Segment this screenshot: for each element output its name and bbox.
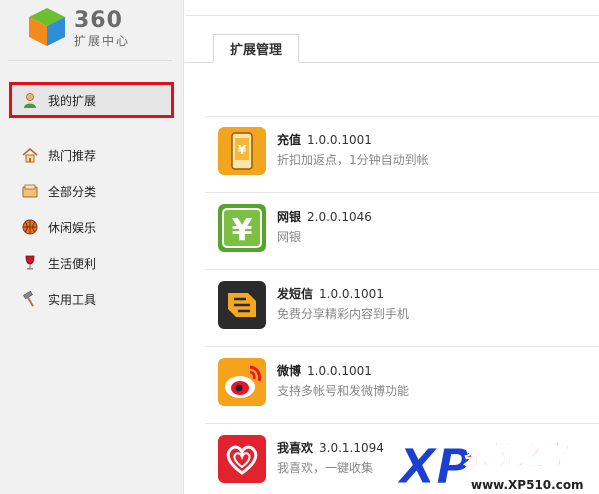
sidebar-item-label: 休闲娱乐 bbox=[48, 220, 97, 235]
logo-number: 360 bbox=[74, 8, 123, 33]
hammer-icon bbox=[23, 291, 34, 307]
extension-description: 支持多帐号和发微博功能 bbox=[277, 384, 410, 398]
watermark-logo: XP 系统之家 www.XP510.com bbox=[397, 439, 584, 494]
user-icon bbox=[24, 93, 36, 108]
extension-title: 网银 2.0.0.1046 bbox=[277, 208, 372, 225]
extension-title: 发短信 1.0.0.1001 bbox=[277, 285, 384, 302]
extension-name: 充值 bbox=[277, 133, 302, 147]
extension-description: 免费分享精彩内容到手机 bbox=[277, 307, 410, 321]
logo-subtitle: 扩展中心 bbox=[74, 34, 131, 48]
extension-version: 1.0.0.1001 bbox=[319, 287, 384, 301]
sidebar: 360 扩展中心 我的扩展 热门推荐 全部分类 休闲娱乐 生活便利 实用工具 bbox=[0, 0, 184, 494]
extension-description: 折扣加返点，1分钟自动到帐 bbox=[277, 153, 429, 167]
sidebar-item-my-extensions[interactable]: 我的扩展 bbox=[9, 82, 174, 118]
extension-name: 发短信 bbox=[277, 287, 314, 301]
cube-logo-icon bbox=[29, 8, 65, 46]
extension-version: 1.0.0.1001 bbox=[307, 364, 372, 378]
watermark-brand: 系统之家 bbox=[463, 440, 571, 472]
logo[interactable]: 360 扩展中心 bbox=[26, 6, 146, 50]
sidebar-item-life[interactable]: 生活便利 bbox=[22, 253, 96, 273]
sidebar-item-label: 我的扩展 bbox=[48, 93, 97, 108]
heart-icon bbox=[218, 435, 266, 483]
sidebar-item-categories[interactable]: 全部分类 bbox=[22, 181, 96, 201]
extension-item-recharge[interactable]: ¥ 充值 1.0.0.1001 折扣加返点，1分钟自动到帐 bbox=[205, 117, 599, 193]
sidebar-item-my-extensions-row: 我的扩展 bbox=[22, 90, 96, 110]
phone-yen-icon: ¥ bbox=[218, 127, 266, 175]
watermark-xp: XP bbox=[397, 439, 471, 494]
extension-item-netbank[interactable]: ¥ 网银 2.0.0.1046 网银 bbox=[205, 194, 599, 270]
svg-text:¥: ¥ bbox=[232, 213, 253, 248]
extension-version: 1.0.0.1001 bbox=[307, 133, 372, 147]
extension-description: 我喜欢，一键收集 bbox=[277, 461, 374, 475]
svg-text:¥: ¥ bbox=[238, 143, 247, 157]
tray-icon bbox=[22, 184, 38, 198]
extension-version: 2.0.0.1046 bbox=[307, 210, 372, 224]
watermark-url: www.XP510.com bbox=[471, 478, 584, 492]
sidebar-item-label: 实用工具 bbox=[48, 292, 97, 307]
extension-name: 微博 bbox=[277, 364, 302, 378]
tab-extension-management[interactable]: 扩展管理 bbox=[213, 34, 299, 63]
extension-item-sms[interactable]: 发短信 1.0.0.1001 免费分享精彩内容到手机 bbox=[205, 271, 599, 347]
basketball-icon bbox=[22, 219, 38, 235]
top-bar bbox=[185, 0, 599, 16]
extension-version: 3.0.1.1094 bbox=[319, 441, 384, 455]
extension-item-weibo[interactable]: 微博 1.0.0.1001 支持多帐号和发微博功能 bbox=[205, 348, 599, 424]
sidebar-item-label: 生活便利 bbox=[48, 256, 97, 271]
sidebar-item-label: 热门推荐 bbox=[48, 148, 97, 163]
extension-title: 微博 1.0.0.1001 bbox=[277, 362, 372, 379]
home-icon bbox=[22, 147, 38, 163]
sidebar-divider bbox=[8, 60, 172, 61]
yen-icon: ¥ bbox=[218, 204, 266, 252]
extension-title: 充值 1.0.0.1001 bbox=[277, 131, 372, 148]
extension-name: 网银 bbox=[277, 210, 302, 224]
sms-icon bbox=[218, 281, 266, 329]
extension-description: 网银 bbox=[277, 230, 302, 244]
sidebar-item-label: 全部分类 bbox=[48, 184, 97, 199]
weibo-icon bbox=[218, 358, 266, 406]
sidebar-item-hot[interactable]: 热门推荐 bbox=[22, 145, 96, 165]
wine-glass-icon bbox=[25, 255, 35, 270]
sidebar-item-tools[interactable]: 实用工具 bbox=[22, 289, 96, 309]
sidebar-item-entertainment[interactable]: 休闲娱乐 bbox=[22, 217, 96, 237]
extension-name: 我喜欢 bbox=[277, 441, 314, 455]
extension-title: 我喜欢 3.0.1.1094 bbox=[277, 439, 384, 456]
